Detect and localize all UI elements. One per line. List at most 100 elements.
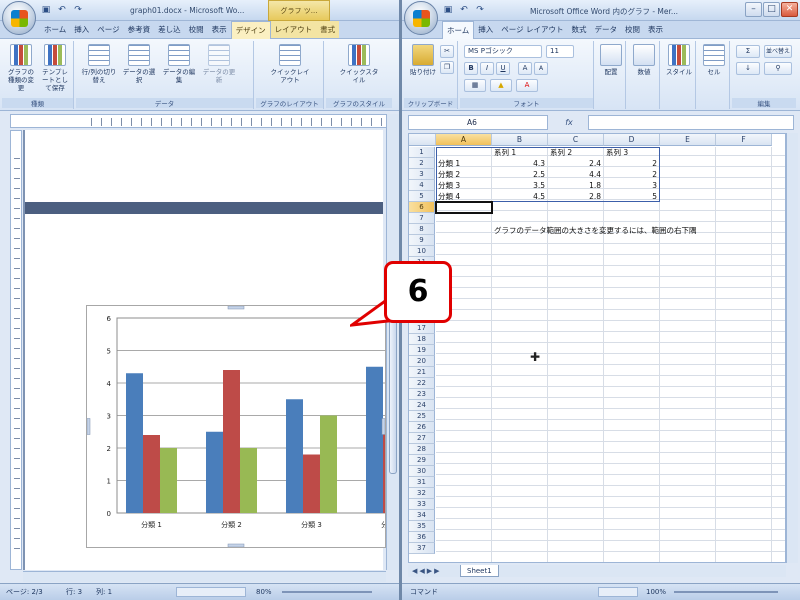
excel-tab-3[interactable]: 数式 bbox=[568, 21, 591, 38]
row-header[interactable]: 17 bbox=[409, 323, 435, 334]
row-header[interactable]: 20 bbox=[409, 356, 435, 367]
page-indicator[interactable]: ページ: 2/3 bbox=[6, 584, 43, 600]
row-header[interactable]: 25 bbox=[409, 411, 435, 422]
excel-vertical-scrollbar[interactable] bbox=[786, 133, 798, 563]
excel-tab-1[interactable]: 挿入 bbox=[474, 21, 497, 38]
row-header[interactable]: 34 bbox=[409, 510, 435, 521]
column-header-d[interactable]: D bbox=[604, 134, 660, 146]
view-buttons[interactable] bbox=[176, 587, 246, 597]
decrease-font-button[interactable]: A bbox=[534, 62, 548, 75]
paste-button[interactable]: 貼り付け bbox=[408, 43, 438, 95]
row-header[interactable]: 21 bbox=[409, 367, 435, 378]
maximize-icon[interactable]: □ bbox=[763, 2, 780, 17]
change-chart-type-button[interactable]: グラフの種類の変更 bbox=[6, 43, 36, 95]
column-header-f[interactable]: F bbox=[716, 134, 772, 146]
row-header[interactable]: 7 bbox=[409, 213, 435, 224]
word-tab-0[interactable]: ホーム bbox=[40, 21, 70, 38]
spreadsheet-grid[interactable]: ABCDEF1234567891011121314151617181920212… bbox=[408, 133, 786, 563]
column-header-e[interactable]: E bbox=[660, 134, 716, 146]
word-tab-7[interactable]: デザイン bbox=[230, 21, 271, 40]
row-header[interactable]: 6 bbox=[409, 202, 435, 213]
word-tab-5[interactable]: 校閲 bbox=[185, 21, 208, 38]
embedded-chart[interactable]: 0 1 2 3 4 5 6 分類 1 分類 2 分類 3 分類 4 bbox=[86, 305, 386, 548]
quick-layout-button[interactable]: クイックレイアウト bbox=[268, 43, 312, 95]
row-header[interactable]: 24 bbox=[409, 400, 435, 411]
row-header[interactable]: 30 bbox=[409, 466, 435, 477]
row-header[interactable]: 32 bbox=[409, 488, 435, 499]
row-header[interactable]: 35 bbox=[409, 521, 435, 532]
data-range-note[interactable]: グラフのデータ範囲の大きさを変更するには、範囲の右下隅 bbox=[494, 225, 697, 236]
row-header[interactable]: 4 bbox=[409, 180, 435, 191]
row-header[interactable]: 23 bbox=[409, 389, 435, 400]
chart-data-range[interactable] bbox=[436, 147, 660, 202]
excel-tab-5[interactable]: 校閲 bbox=[621, 21, 644, 38]
fill-button[interactable]: ↓ bbox=[736, 62, 760, 75]
row-header[interactable]: 37 bbox=[409, 543, 435, 554]
autosum-button[interactable]: Σ bbox=[736, 45, 760, 58]
fx-icon[interactable]: fx bbox=[552, 115, 586, 130]
row-header[interactable]: 3 bbox=[409, 169, 435, 180]
redo-icon[interactable]: ↷ bbox=[474, 4, 486, 16]
alignment-button[interactable]: 配置 bbox=[596, 43, 626, 95]
italic-button[interactable]: I bbox=[480, 62, 494, 75]
refresh-data-button[interactable]: データの更新 bbox=[200, 43, 238, 95]
scroll-thumb[interactable] bbox=[389, 304, 397, 474]
row-header[interactable]: 9 bbox=[409, 235, 435, 246]
row-header[interactable]: 19 bbox=[409, 345, 435, 356]
column-header-b[interactable]: B bbox=[492, 134, 548, 146]
row-header[interactable]: 2 bbox=[409, 158, 435, 169]
undo-icon[interactable]: ↶ bbox=[56, 4, 68, 16]
increase-font-button[interactable]: A bbox=[518, 62, 532, 75]
name-box[interactable]: A6 bbox=[408, 115, 548, 130]
font-name-select[interactable]: MS Pゴシック bbox=[464, 45, 542, 58]
select-data-button[interactable]: データの選択 bbox=[120, 43, 158, 95]
word-tab-6[interactable]: 表示 bbox=[208, 21, 231, 38]
word-title-bar[interactable]: ▣ ↶ ↷ graph01.docx - Microsoft Wo... グラフ… bbox=[0, 0, 399, 21]
excel-zoom-slider[interactable] bbox=[674, 591, 778, 593]
view-buttons[interactable] bbox=[598, 587, 638, 597]
sort-filter-button[interactable]: 並べ替え bbox=[764, 45, 792, 58]
styles-button[interactable]: スタイル bbox=[664, 43, 694, 95]
cut-icon[interactable]: ✂ bbox=[440, 45, 454, 58]
row-header[interactable]: 22 bbox=[409, 378, 435, 389]
word-horizontal-scrollbar[interactable] bbox=[23, 571, 386, 582]
word-vertical-scrollbar[interactable] bbox=[386, 114, 399, 570]
copy-icon[interactable]: ❐ bbox=[440, 61, 454, 74]
row-header[interactable]: 29 bbox=[409, 455, 435, 466]
formula-bar[interactable] bbox=[588, 115, 794, 130]
underline-button[interactable]: U bbox=[496, 62, 510, 75]
word-tab-1[interactable]: 挿入 bbox=[70, 21, 93, 38]
row-header[interactable]: 10 bbox=[409, 246, 435, 257]
row-header[interactable]: 5 bbox=[409, 191, 435, 202]
horizontal-ruler[interactable] bbox=[10, 114, 387, 128]
fill-color-icon[interactable]: ▲ bbox=[490, 79, 512, 92]
sheet-nav-arrows-icon[interactable]: ◀◀▶▶ bbox=[412, 565, 442, 577]
office-button[interactable] bbox=[404, 1, 438, 35]
save-as-template-button[interactable]: テンプレートとして保存 bbox=[40, 43, 70, 95]
cells-button[interactable]: セル bbox=[699, 43, 729, 95]
word-zoom-level[interactable]: 80% bbox=[256, 584, 272, 600]
office-button[interactable] bbox=[2, 1, 36, 35]
row-header[interactable]: 33 bbox=[409, 499, 435, 510]
font-size-select[interactable]: 11 bbox=[546, 45, 574, 58]
word-tab-4[interactable]: 差し込 bbox=[154, 21, 185, 38]
number-format-button[interactable]: 数値 bbox=[629, 43, 659, 95]
find-icon[interactable]: ⚲ bbox=[764, 62, 792, 75]
excel-tab-4[interactable]: データ bbox=[591, 21, 622, 38]
row-header[interactable]: 36 bbox=[409, 532, 435, 543]
save-icon[interactable]: ▣ bbox=[40, 4, 52, 16]
excel-tab-6[interactable]: 表示 bbox=[644, 21, 667, 38]
row-header[interactable]: 31 bbox=[409, 477, 435, 488]
edit-data-button[interactable]: データの編集 bbox=[160, 43, 198, 95]
excel-tab-0[interactable]: ホーム bbox=[442, 21, 475, 40]
save-icon[interactable]: ▣ bbox=[442, 4, 454, 16]
column-header-c[interactable]: C bbox=[548, 134, 604, 146]
row-header[interactable]: 27 bbox=[409, 433, 435, 444]
word-zoom-slider[interactable] bbox=[282, 591, 372, 593]
close-icon[interactable]: ✕ bbox=[781, 2, 798, 17]
excel-zoom-level[interactable]: 100% bbox=[646, 584, 666, 600]
excel-tab-2[interactable]: ページ レイアウト bbox=[497, 21, 567, 38]
quick-style-button[interactable]: クイックスタイル bbox=[338, 43, 380, 95]
word-tab-3[interactable]: 参考資 bbox=[124, 21, 155, 38]
excel-title-bar[interactable]: ▣ ↶ ↷ Microsoft Office Word 内のグラフ - Mer.… bbox=[402, 0, 800, 21]
